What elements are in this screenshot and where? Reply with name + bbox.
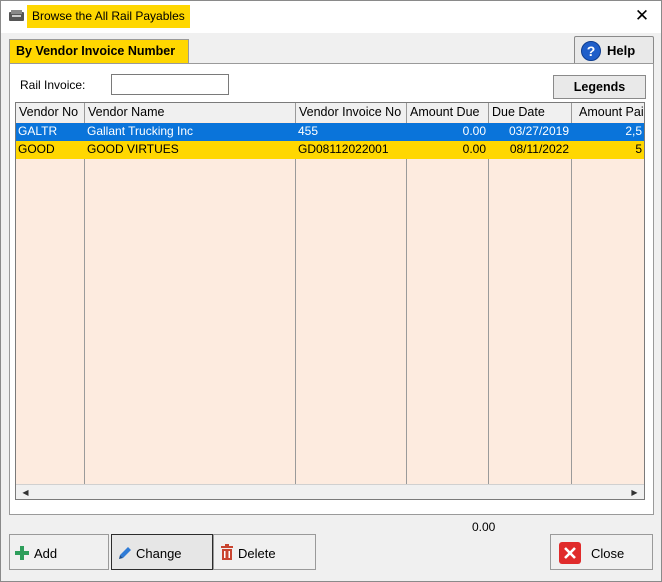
- help-icon: ?: [581, 41, 601, 61]
- table-row[interactable]: GALTR Gallant Trucking Inc 455 0.00 03/2…: [16, 123, 644, 141]
- column-divider: [295, 122, 296, 484]
- cell-amount-due: 0.00: [462, 142, 486, 156]
- cell-due-date: 08/11/2022: [509, 142, 569, 156]
- close-button-label: Close: [591, 546, 625, 561]
- cell-vendor-name: Gallant Trucking Inc: [87, 124, 194, 138]
- column-divider: [84, 122, 85, 484]
- column-header-vendor-invoice-no[interactable]: Vendor Invoice No: [296, 103, 407, 122]
- cell-amount-due: 0.00: [462, 124, 486, 138]
- cell-vendor-invoice-no: 455: [298, 124, 319, 138]
- column-header-amount-paid[interactable]: Amount Paid: [572, 103, 644, 122]
- column-divider: [488, 122, 489, 484]
- change-button[interactable]: Change: [111, 534, 213, 570]
- column-header-vendor-name[interactable]: Vendor Name: [85, 103, 296, 122]
- title-bar: Browse the All Rail Payables ✕: [1, 1, 661, 33]
- cell-vendor-invoice-no: GD08112022001: [298, 142, 389, 156]
- cell-vendor-name: GOOD VIRTUES: [87, 142, 179, 156]
- cell-amount-paid: 2,5: [625, 124, 642, 138]
- payables-grid[interactable]: Vendor No Vendor Name Vendor Invoice No …: [15, 102, 645, 500]
- table-row[interactable]: GOOD GOOD VIRTUES GD08112022001 0.00 08/…: [16, 141, 644, 159]
- horizontal-scrollbar[interactable]: ◀ ▶: [16, 484, 644, 499]
- delete-button[interactable]: Delete: [213, 534, 316, 570]
- cell-due-date: 03/27/2019: [508, 124, 569, 138]
- window-title: Browse the All Rail Payables: [27, 5, 190, 28]
- column-divider: [406, 122, 407, 484]
- rail-invoice-label: Rail Invoice:: [20, 78, 86, 92]
- window-close-icon[interactable]: ✕: [631, 5, 653, 27]
- browse-rail-payables-window: Browse the All Rail Payables ✕ By Vendor…: [0, 0, 662, 582]
- change-button-label: Change: [136, 546, 182, 561]
- pencil-icon: [119, 547, 131, 559]
- total-amount: 0.00: [472, 520, 496, 534]
- help-button[interactable]: ? Help: [574, 36, 654, 66]
- scroll-left-icon[interactable]: ◀: [18, 486, 33, 499]
- plus-icon: [15, 546, 29, 560]
- add-button[interactable]: Add: [9, 534, 109, 570]
- help-button-label: Help: [607, 43, 636, 58]
- cell-vendor-no: GALTR: [18, 124, 58, 138]
- column-header-vendor-no[interactable]: Vendor No: [16, 103, 85, 122]
- grid-header: Vendor No Vendor Name Vendor Invoice No …: [16, 103, 644, 122]
- column-header-due-date[interactable]: Due Date: [489, 103, 572, 122]
- add-button-label: Add: [34, 546, 58, 561]
- delete-button-label: Delete: [238, 546, 276, 561]
- legends-button[interactable]: Legends: [553, 75, 646, 99]
- trash-icon: [221, 544, 233, 560]
- cell-amount-paid: 5: [635, 142, 642, 156]
- column-header-amount-due[interactable]: Amount Due: [407, 103, 489, 122]
- close-button[interactable]: Close: [550, 534, 653, 570]
- app-icon: [9, 10, 24, 21]
- tab-by-vendor-invoice-number[interactable]: By Vendor Invoice Number: [9, 39, 189, 64]
- cell-vendor-no: GOOD: [18, 142, 55, 156]
- close-icon: [559, 542, 581, 564]
- rail-invoice-input[interactable]: [111, 74, 229, 95]
- column-divider: [571, 122, 572, 484]
- scroll-right-icon[interactable]: ▶: [627, 486, 642, 499]
